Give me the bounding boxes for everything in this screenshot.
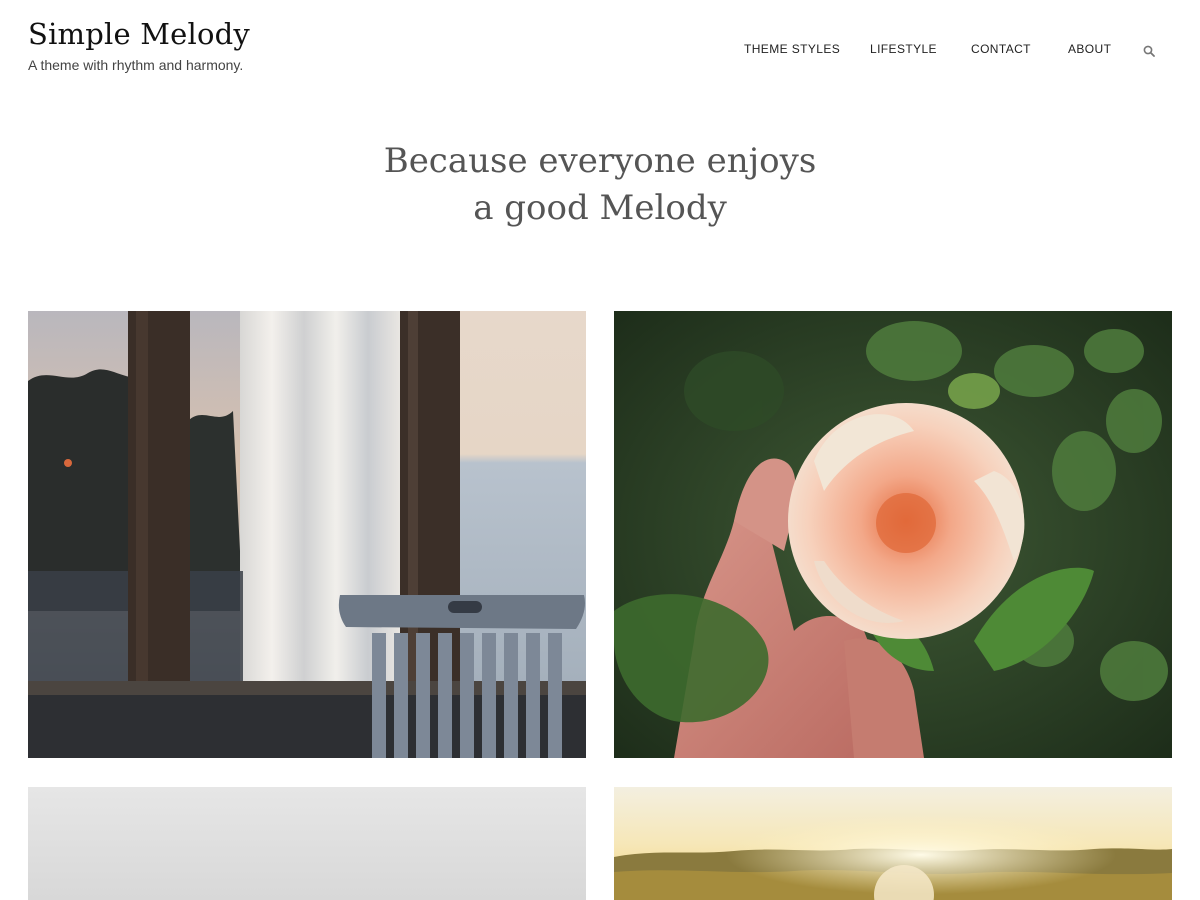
post-card-2[interactable] bbox=[614, 311, 1172, 758]
hero-heading-line-2: a good Melody bbox=[473, 188, 727, 228]
search-icon[interactable] bbox=[1143, 44, 1157, 58]
hero-heading-line-1: Because everyone enjoys bbox=[383, 141, 817, 181]
main-navigation: THEME STYLES LIFESTYLE CONTACT ABOUT bbox=[0, 42, 1200, 62]
pale-sky-image bbox=[28, 787, 586, 900]
nav-item-contact[interactable]: CONTACT bbox=[971, 42, 1031, 56]
nav-item-theme-styles[interactable]: THEME STYLES bbox=[744, 42, 840, 56]
window-chair-image bbox=[28, 311, 586, 758]
nav-item-about[interactable]: ABOUT bbox=[1068, 42, 1111, 56]
hero-heading: Because everyone enjoys a good Melody bbox=[0, 138, 1200, 232]
post-card-4[interactable] bbox=[614, 787, 1172, 900]
golden-sunset-image bbox=[614, 787, 1172, 900]
post-card-1[interactable] bbox=[28, 311, 586, 758]
post-card-3[interactable] bbox=[28, 787, 586, 900]
rose-in-hand-image bbox=[614, 311, 1172, 758]
nav-item-lifestyle[interactable]: LIFESTYLE bbox=[870, 42, 937, 56]
